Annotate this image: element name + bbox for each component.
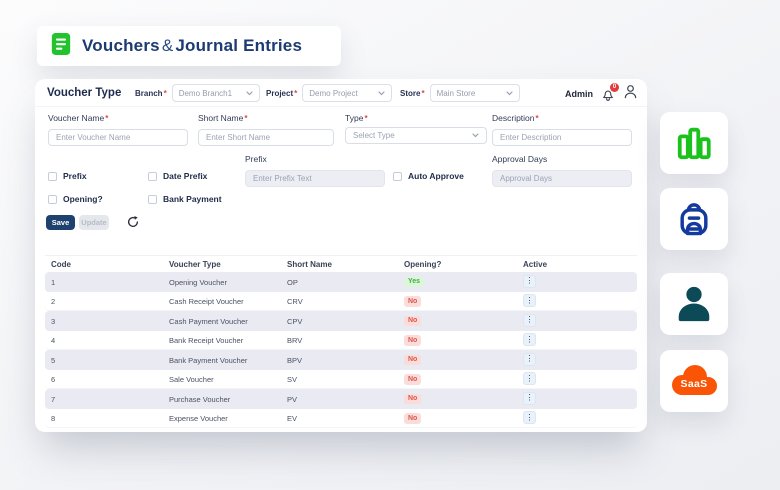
row-actions-button[interactable]: ⋮	[523, 313, 536, 327]
row-actions-button[interactable]: ⋮	[523, 274, 536, 288]
store-filter: Store* Main Store	[400, 84, 520, 102]
opening-checkbox[interactable]: Opening?	[48, 194, 103, 204]
opening-badge: No	[404, 335, 422, 346]
page-header: Vouchers & Journal Entries	[37, 26, 341, 66]
backpack-icon	[680, 203, 708, 236]
prefix-text-input	[245, 170, 385, 187]
row-actions-button[interactable]: ⋮	[523, 411, 536, 424]
refresh-button[interactable]	[125, 215, 140, 230]
store-select[interactable]: Main Store	[429, 84, 520, 102]
type-select-value: Select Type	[353, 131, 395, 140]
chevron-down-icon	[378, 90, 385, 95]
branch-select-value: Demo Branch1	[178, 88, 233, 98]
page-title: Vouchers & Journal Entries	[82, 36, 303, 55]
table-row: 2 Cash Receipt Voucher CRV No ⋮	[45, 292, 637, 311]
admin-label: Admin	[565, 89, 593, 99]
saas-label: SaaS	[680, 378, 708, 390]
voucher-type-table: Code Voucher Type Short Name Opening? Ac…	[45, 255, 637, 428]
row-actions-button[interactable]: ⋮	[523, 333, 536, 346]
approval-days-field: Approval Days	[492, 154, 632, 187]
short-name-label: Short Name*	[198, 113, 248, 123]
bank-payment-checkbox[interactable]: Bank Payment	[148, 194, 222, 204]
opening-badge: No	[404, 296, 422, 307]
store-label: Store*	[400, 88, 425, 98]
auto-approve-checkbox[interactable]: Auto Approve	[393, 171, 464, 181]
row-actions-button[interactable]: ⋮	[523, 372, 536, 385]
refresh-icon	[127, 216, 138, 227]
person-icon	[678, 286, 710, 322]
notifications-button[interactable]: 0	[601, 82, 619, 102]
checkbox-icon	[48, 171, 57, 181]
user-icon	[624, 85, 637, 99]
table-row: 6 Sale Voucher SV No ⋮	[45, 370, 637, 389]
checkbox-icon	[148, 171, 157, 181]
prefix-text-label: Prefix	[245, 154, 267, 164]
voucher-name-input[interactable]	[48, 129, 188, 146]
branch-select[interactable]: Demo Branch1	[171, 84, 260, 102]
project-label: Project*	[266, 88, 298, 98]
opening-badge: No	[404, 354, 422, 366]
checkbox-icon	[48, 194, 57, 204]
description-field: Description*	[492, 113, 632, 146]
type-label: Type*	[345, 113, 368, 123]
bar-chart-icon	[677, 127, 711, 160]
opening-badge: Yes	[404, 276, 425, 288]
store-select-value: Main Store	[436, 88, 476, 98]
description-label: Description*	[492, 113, 539, 123]
approval-days-input	[492, 170, 632, 187]
checkbox-icon	[393, 171, 402, 181]
table-row: 1 Opening Voucher OP Yes ⋮	[45, 272, 637, 292]
chevron-down-icon	[472, 133, 479, 138]
table-row: 7 Purchase Voucher PV No ⋮	[45, 389, 637, 409]
short-name-input[interactable]	[198, 129, 334, 146]
table-row: 5 Bank Payment Voucher BPV No ⋮	[45, 350, 637, 370]
voucher-name-label: Voucher Name*	[48, 113, 109, 123]
short-name-field: Short Name*	[198, 113, 334, 146]
type-field: Type* Select Type	[345, 113, 487, 144]
table-header: Code Voucher Type Short Name Opening? Ac…	[45, 255, 637, 272]
voucher-type-panel: Voucher Type Branch* Demo Branch1 Projec…	[35, 79, 647, 432]
opening-badge: No	[404, 393, 422, 405]
opening-badge: No	[404, 413, 422, 424]
chevron-down-icon	[505, 90, 513, 95]
description-input[interactable]	[492, 129, 632, 146]
side-card-user[interactable]	[660, 273, 728, 335]
row-actions-button[interactable]: ⋮	[523, 294, 536, 307]
branch-label: Branch*	[135, 88, 167, 98]
table-row: 8 Expense Voucher EV No ⋮	[45, 409, 637, 428]
side-card-backpack[interactable]	[660, 188, 728, 250]
opening-badge: No	[404, 374, 422, 385]
prefix-checkbox[interactable]: Prefix	[48, 171, 87, 181]
admin-cluster: Admin 0	[565, 82, 638, 104]
panel-topbar: Voucher Type Branch* Demo Branch1 Projec…	[35, 79, 647, 107]
checkbox-icon	[148, 194, 157, 204]
side-card-reports[interactable]	[660, 112, 728, 174]
update-button[interactable]: Update	[79, 215, 109, 230]
row-actions-button[interactable]: ⋮	[523, 352, 536, 366]
side-card-saas[interactable]: SaaS	[660, 350, 728, 412]
approval-days-label: Approval Days	[492, 154, 548, 164]
prefix-text-field: Prefix	[245, 154, 385, 187]
date-prefix-checkbox[interactable]: Date Prefix	[148, 171, 207, 181]
profile-button[interactable]	[623, 84, 638, 104]
project-select-value: Demo Project	[309, 88, 358, 98]
type-select[interactable]: Select Type	[345, 127, 487, 144]
project-filter: Project* Demo Project	[266, 84, 393, 102]
table-row: 3 Cash Payment Voucher CPV No ⋮	[45, 311, 637, 331]
chevron-down-icon	[246, 90, 253, 95]
table-row: 4 Bank Receipt Voucher BRV No ⋮	[45, 331, 637, 350]
row-actions-button[interactable]: ⋮	[523, 391, 536, 405]
voucher-name-field: Voucher Name*	[48, 113, 188, 146]
project-select[interactable]: Demo Project	[302, 84, 393, 102]
opening-badge: No	[404, 315, 422, 327]
notification-badge: 0	[610, 82, 619, 92]
panel-title: Voucher Type	[47, 87, 122, 99]
document-icon	[50, 31, 72, 62]
save-button[interactable]: Save	[46, 215, 75, 230]
branch-filter: Branch* Demo Branch1	[135, 84, 260, 102]
